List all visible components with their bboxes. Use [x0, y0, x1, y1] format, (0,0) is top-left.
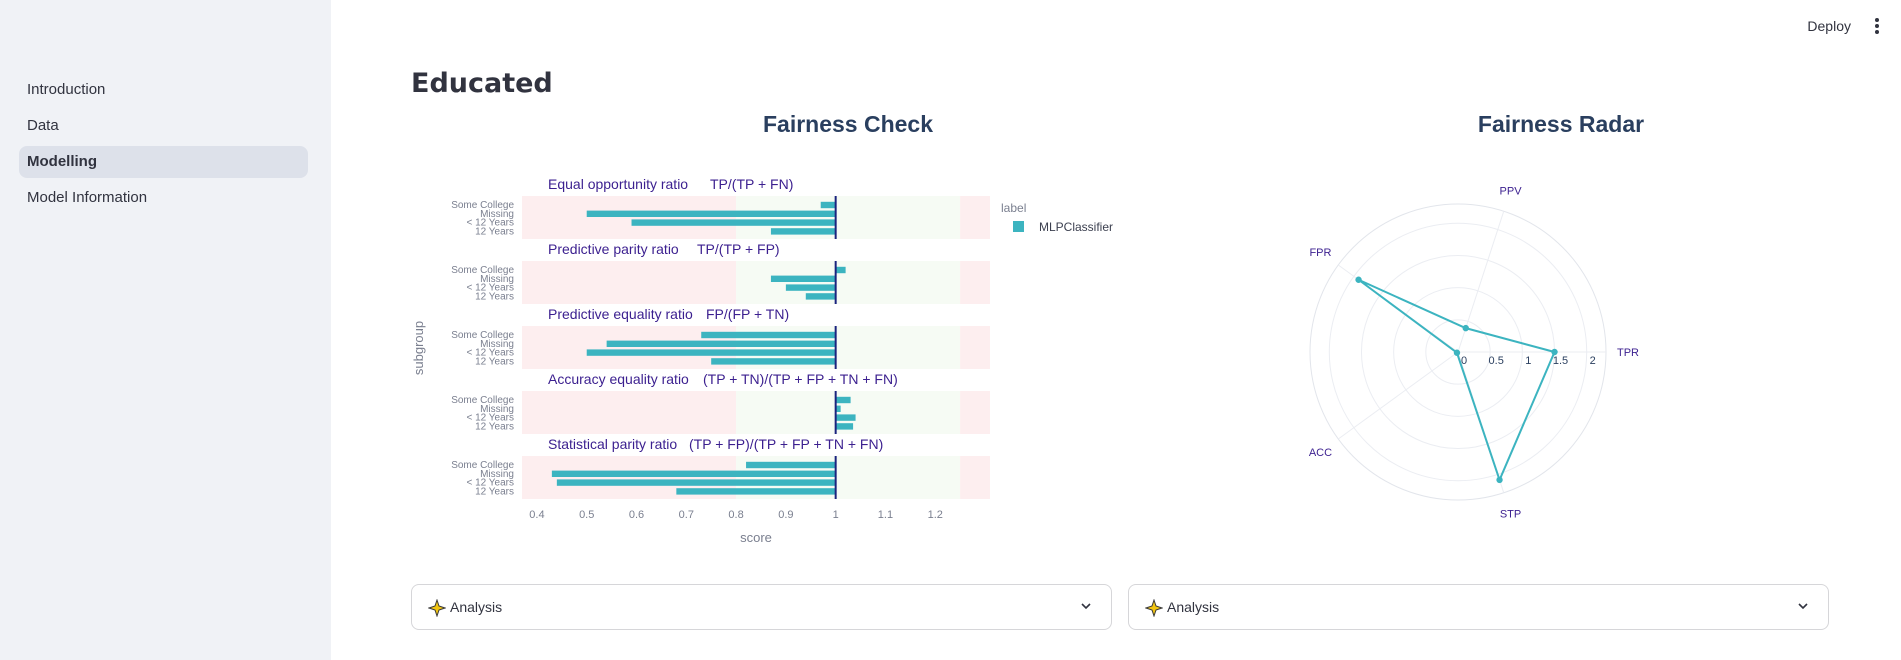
sidebar-item-introduction[interactable]: Introduction	[19, 74, 308, 106]
bar	[746, 461, 836, 469]
axis-label: FPR	[1309, 247, 1331, 259]
series-point	[1496, 476, 1503, 484]
series-point	[1355, 276, 1362, 283]
x-tick-label: 0.4	[529, 509, 544, 521]
panel-formula: FP/(FP + TN)	[706, 306, 789, 322]
bar	[631, 219, 836, 226]
bar	[551, 470, 836, 477]
panel-formula: TP/(TP + FP)	[697, 241, 780, 257]
panel-title: Predictive parity ratio	[548, 241, 679, 257]
fairness-check-chart: Fairness Check Equal opportunity ratio TP/…	[411, 111, 1113, 545]
bar	[606, 340, 836, 347]
sidebar-item-data[interactable]: Data	[19, 110, 308, 142]
bar	[835, 414, 856, 421]
sidebar-item-modelling[interactable]: Modelling	[19, 146, 308, 178]
bar	[770, 275, 836, 282]
expander-label: Analysis	[1167, 599, 1220, 615]
unfair-zone	[960, 196, 990, 239]
unfair-zone	[960, 456, 990, 499]
panel-title: Equal opportunity ratio	[548, 176, 688, 192]
x-tick-label: 0.9	[778, 509, 793, 521]
chart-title: Fairness Check	[763, 111, 933, 137]
x-tick-label: 1.2	[928, 509, 943, 521]
bar	[835, 266, 846, 274]
panel-title: Statistical parity ratio	[548, 436, 677, 452]
axis-label: PPV	[1500, 185, 1523, 197]
sidebar-item-model-information[interactable]: Model Information	[19, 182, 308, 214]
radial-tick-label: 2	[1590, 355, 1596, 367]
x-tick-label: 0.8	[728, 509, 743, 521]
series-point	[1453, 349, 1461, 356]
top-bar: Deploy	[331, 0, 1901, 56]
bar	[785, 284, 836, 291]
analysis-expander-right[interactable]: Analysis	[1128, 584, 1829, 630]
panel-title: Accuracy equality ratio	[548, 371, 689, 387]
sidebar: Introduction Data Modelling Model Inform…	[0, 0, 331, 660]
x-tick-label: 1	[833, 509, 839, 521]
tick-label: 12 Years	[475, 356, 514, 367]
x-tick-label: 1.1	[878, 509, 893, 521]
chevron-down-icon	[1081, 603, 1091, 610]
panel-title: Predictive equality ratio	[548, 306, 693, 322]
bar	[676, 488, 836, 495]
radial-tick-label: 0.5	[1489, 355, 1504, 367]
expander-label: Analysis	[450, 599, 503, 615]
unfair-zone	[960, 391, 990, 434]
analysis-expander-left[interactable]: Analysis	[411, 584, 1112, 630]
tick-label: 12 Years	[475, 421, 514, 432]
panel-formula: (TP + FP)/(TP + FP + TN + FN)	[689, 436, 883, 452]
unfair-zone	[522, 391, 737, 434]
tick-label: 12 Years	[475, 291, 514, 302]
x-tick-label: 0.5	[579, 509, 594, 521]
x-tick-label: 0.7	[679, 509, 694, 521]
bar	[805, 293, 836, 300]
series-point	[1551, 348, 1558, 356]
legend-title: label	[1001, 201, 1026, 215]
axis-label: STP	[1500, 509, 1521, 521]
fair-zone	[736, 261, 961, 304]
angular-gridline	[1337, 351, 1459, 440]
bar	[835, 423, 854, 430]
series-line	[1357, 278, 1556, 483]
sparkle-icon	[1145, 599, 1163, 617]
deploy-button[interactable]: Deploy	[1807, 18, 1851, 34]
unfair-zone	[522, 196, 737, 239]
chevron-down-icon	[1798, 603, 1808, 610]
unfair-zone	[522, 261, 737, 304]
bar	[586, 210, 836, 217]
page-title: Educated	[411, 68, 553, 99]
tick-label: 12 Years	[475, 226, 514, 237]
unfair-zone	[960, 261, 990, 304]
bar	[835, 396, 851, 404]
radial-tick-label: 1	[1525, 355, 1531, 367]
legend-entry: MLPClassifier	[1039, 220, 1113, 234]
panel-formula: TP/(TP + FN)	[710, 176, 793, 192]
chart-title: Fairness Radar	[1478, 111, 1644, 137]
bar	[556, 479, 836, 486]
fair-zone	[736, 196, 961, 239]
axis-label: ACC	[1309, 447, 1332, 459]
bar	[820, 201, 836, 209]
kebab-menu-icon[interactable]	[1871, 16, 1883, 38]
bar	[586, 349, 836, 356]
bar	[711, 358, 836, 365]
bar	[701, 331, 836, 339]
tick-label: 12 Years	[475, 486, 514, 497]
unfair-zone	[960, 326, 990, 369]
panel-formula: (TP + TN)/(TP + FP + TN + FN)	[703, 371, 898, 387]
x-axis-label: score	[740, 530, 772, 545]
axis-label: TPR	[1617, 347, 1639, 359]
fairness-radar-chart: Fairness RadarTPRPPVFPRACCSTP0 0.5 1 1.5 2	[1309, 111, 1644, 521]
x-tick-label: 0.6	[629, 509, 644, 521]
y-axis-label: subgroup	[411, 321, 426, 375]
radial-tick-label: 1.5	[1553, 355, 1568, 367]
sparkle-icon	[428, 599, 446, 617]
bar	[770, 228, 836, 235]
legend-swatch	[1013, 221, 1024, 232]
series-point	[1462, 324, 1469, 332]
